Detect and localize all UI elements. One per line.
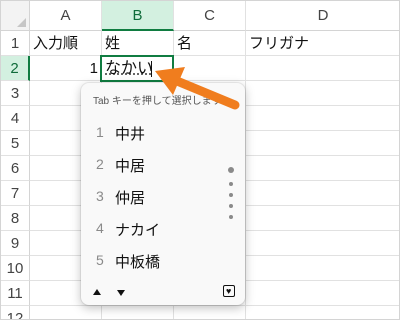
grid-cell[interactable] bbox=[246, 256, 399, 281]
candidate-number: 2 bbox=[96, 156, 104, 172]
column-header-a[interactable]: A bbox=[30, 1, 102, 31]
spreadsheet: A B C D 1 2 3 4 5 6 7 8 9 10 11 12 入力順 姓… bbox=[0, 0, 400, 320]
row-header-5[interactable]: 5 bbox=[1, 131, 30, 156]
candidate-number: 1 bbox=[96, 124, 104, 140]
ime-composition-text[interactable]: なかい bbox=[105, 57, 153, 80]
cell-b1[interactable]: 姓 bbox=[102, 31, 174, 56]
cell-a1[interactable]: 入力順 bbox=[30, 31, 102, 56]
column-header-c[interactable]: C bbox=[174, 1, 246, 31]
grid-cell[interactable] bbox=[30, 306, 102, 319]
ime-candidate-2[interactable]: 2 中居 bbox=[81, 149, 231, 181]
scroll-dot bbox=[229, 215, 233, 219]
row-header-10[interactable]: 10 bbox=[1, 256, 30, 281]
triangle-up-icon[interactable] bbox=[93, 289, 101, 295]
ime-candidate-3[interactable]: 3 仲居 bbox=[81, 181, 231, 213]
select-all-corner[interactable] bbox=[1, 1, 30, 31]
row-header-2[interactable]: 2 bbox=[1, 56, 30, 81]
row-header-12[interactable]: 12 bbox=[1, 306, 30, 319]
row-header-7[interactable]: 7 bbox=[1, 181, 30, 206]
cell-a2[interactable]: 1 bbox=[30, 56, 102, 81]
select-all-triangle-icon bbox=[17, 18, 26, 27]
candidate-word: 中井 bbox=[115, 126, 146, 143]
row-header-1[interactable]: 1 bbox=[1, 31, 30, 56]
grid-cell[interactable] bbox=[246, 281, 399, 306]
scroll-dot bbox=[229, 193, 233, 197]
row-header-4[interactable]: 4 bbox=[1, 106, 30, 131]
ime-candidate-5[interactable]: 5 中板橋 bbox=[81, 245, 231, 277]
grid-cell[interactable] bbox=[246, 81, 399, 106]
grid-cell[interactable] bbox=[246, 156, 399, 181]
ime-candidate-1[interactable]: 1 中井 bbox=[81, 117, 231, 149]
grid-cell[interactable] bbox=[246, 106, 399, 131]
candidate-number: 4 bbox=[96, 220, 104, 236]
grid-cell[interactable] bbox=[246, 181, 399, 206]
heart-icon: ♥ bbox=[226, 286, 232, 296]
row-header-11[interactable]: 11 bbox=[1, 281, 30, 306]
cell-c1[interactable]: 名 bbox=[174, 31, 246, 56]
column-header-b[interactable]: B bbox=[102, 1, 174, 31]
row-header-9[interactable]: 9 bbox=[1, 231, 30, 256]
candidate-word: ナカイ bbox=[115, 222, 161, 239]
grid-cell[interactable] bbox=[174, 306, 246, 319]
ime-scroll-indicator[interactable] bbox=[228, 167, 235, 227]
candidate-word: 中板橋 bbox=[115, 254, 161, 271]
grid-cell[interactable] bbox=[246, 306, 399, 319]
triangle-down-icon[interactable] bbox=[117, 290, 125, 296]
grid-cell[interactable] bbox=[246, 206, 399, 231]
ime-candidate-4[interactable]: 4 ナカイ bbox=[81, 213, 231, 245]
grid-cell[interactable] bbox=[246, 131, 399, 156]
grid-cell[interactable] bbox=[246, 231, 399, 256]
candidate-number: 5 bbox=[96, 252, 104, 268]
candidate-word: 仲居 bbox=[115, 190, 146, 207]
row-header-8[interactable]: 8 bbox=[1, 206, 30, 231]
candidate-number: 3 bbox=[96, 188, 104, 204]
row-header-3[interactable]: 3 bbox=[1, 81, 30, 106]
candidate-word: 中居 bbox=[115, 158, 146, 175]
grid-cell[interactable] bbox=[102, 306, 174, 319]
column-header-d[interactable]: D bbox=[246, 1, 399, 31]
row-header-6[interactable]: 6 bbox=[1, 156, 30, 181]
cell-d1[interactable]: フリガナ bbox=[246, 31, 399, 56]
scroll-dot bbox=[229, 182, 233, 186]
orange-arrow-icon bbox=[155, 67, 240, 110]
scroll-dot-active bbox=[228, 167, 234, 173]
scroll-dot bbox=[229, 204, 233, 208]
heart-menu-icon[interactable]: ♥ bbox=[223, 285, 235, 297]
grid-cell[interactable] bbox=[246, 56, 399, 81]
